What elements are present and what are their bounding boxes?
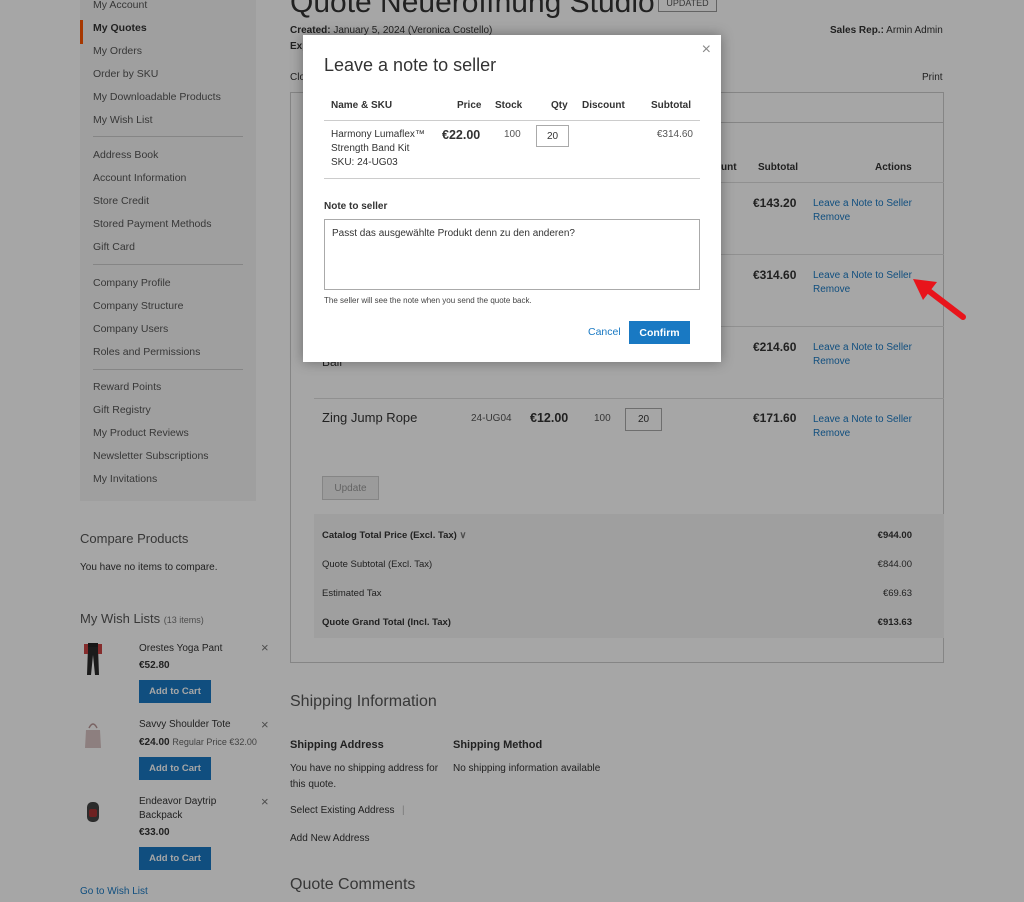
- m-th-discount: Discount: [582, 100, 625, 111]
- modal-title: Leave a note to seller: [324, 55, 497, 75]
- m-product-sku: SKU: 24-UG03: [331, 157, 398, 168]
- m-th-stock: Stock: [495, 100, 523, 111]
- cancel-button[interactable]: Cancel: [588, 326, 621, 338]
- leave-note-modal: × Leave a note to seller Name & SKU Pric…: [303, 35, 721, 362]
- m-product-name: Harmony Lumaflex™ Strength Band Kit: [331, 129, 425, 154]
- close-icon[interactable]: ×: [702, 41, 711, 59]
- m-th-subtotal: Subtotal: [651, 100, 691, 111]
- m-header-divider: [324, 120, 700, 121]
- m-product-price: €22.00: [442, 128, 481, 142]
- note-label: Note to seller: [324, 201, 388, 212]
- m-product-stock: 100: [504, 129, 521, 140]
- m-product-subtotal: €314.60: [656, 129, 693, 140]
- m-th-qty: Qty: [551, 100, 568, 111]
- m-product-info: Harmony Lumaflex™ Strength Band Kit SKU:…: [331, 128, 431, 170]
- note-hint: The seller will see the note when you se…: [324, 296, 532, 305]
- red-arrow-annotation: [913, 279, 966, 320]
- m-th-name: Name & SKU: [331, 100, 393, 111]
- m-row-divider: [324, 178, 700, 179]
- m-qty-field: 20: [536, 125, 569, 147]
- m-th-price: Price: [457, 100, 482, 111]
- confirm-button[interactable]: Confirm: [629, 321, 690, 344]
- note-textarea[interactable]: Passt das ausgewählte Produkt denn zu de…: [324, 219, 700, 290]
